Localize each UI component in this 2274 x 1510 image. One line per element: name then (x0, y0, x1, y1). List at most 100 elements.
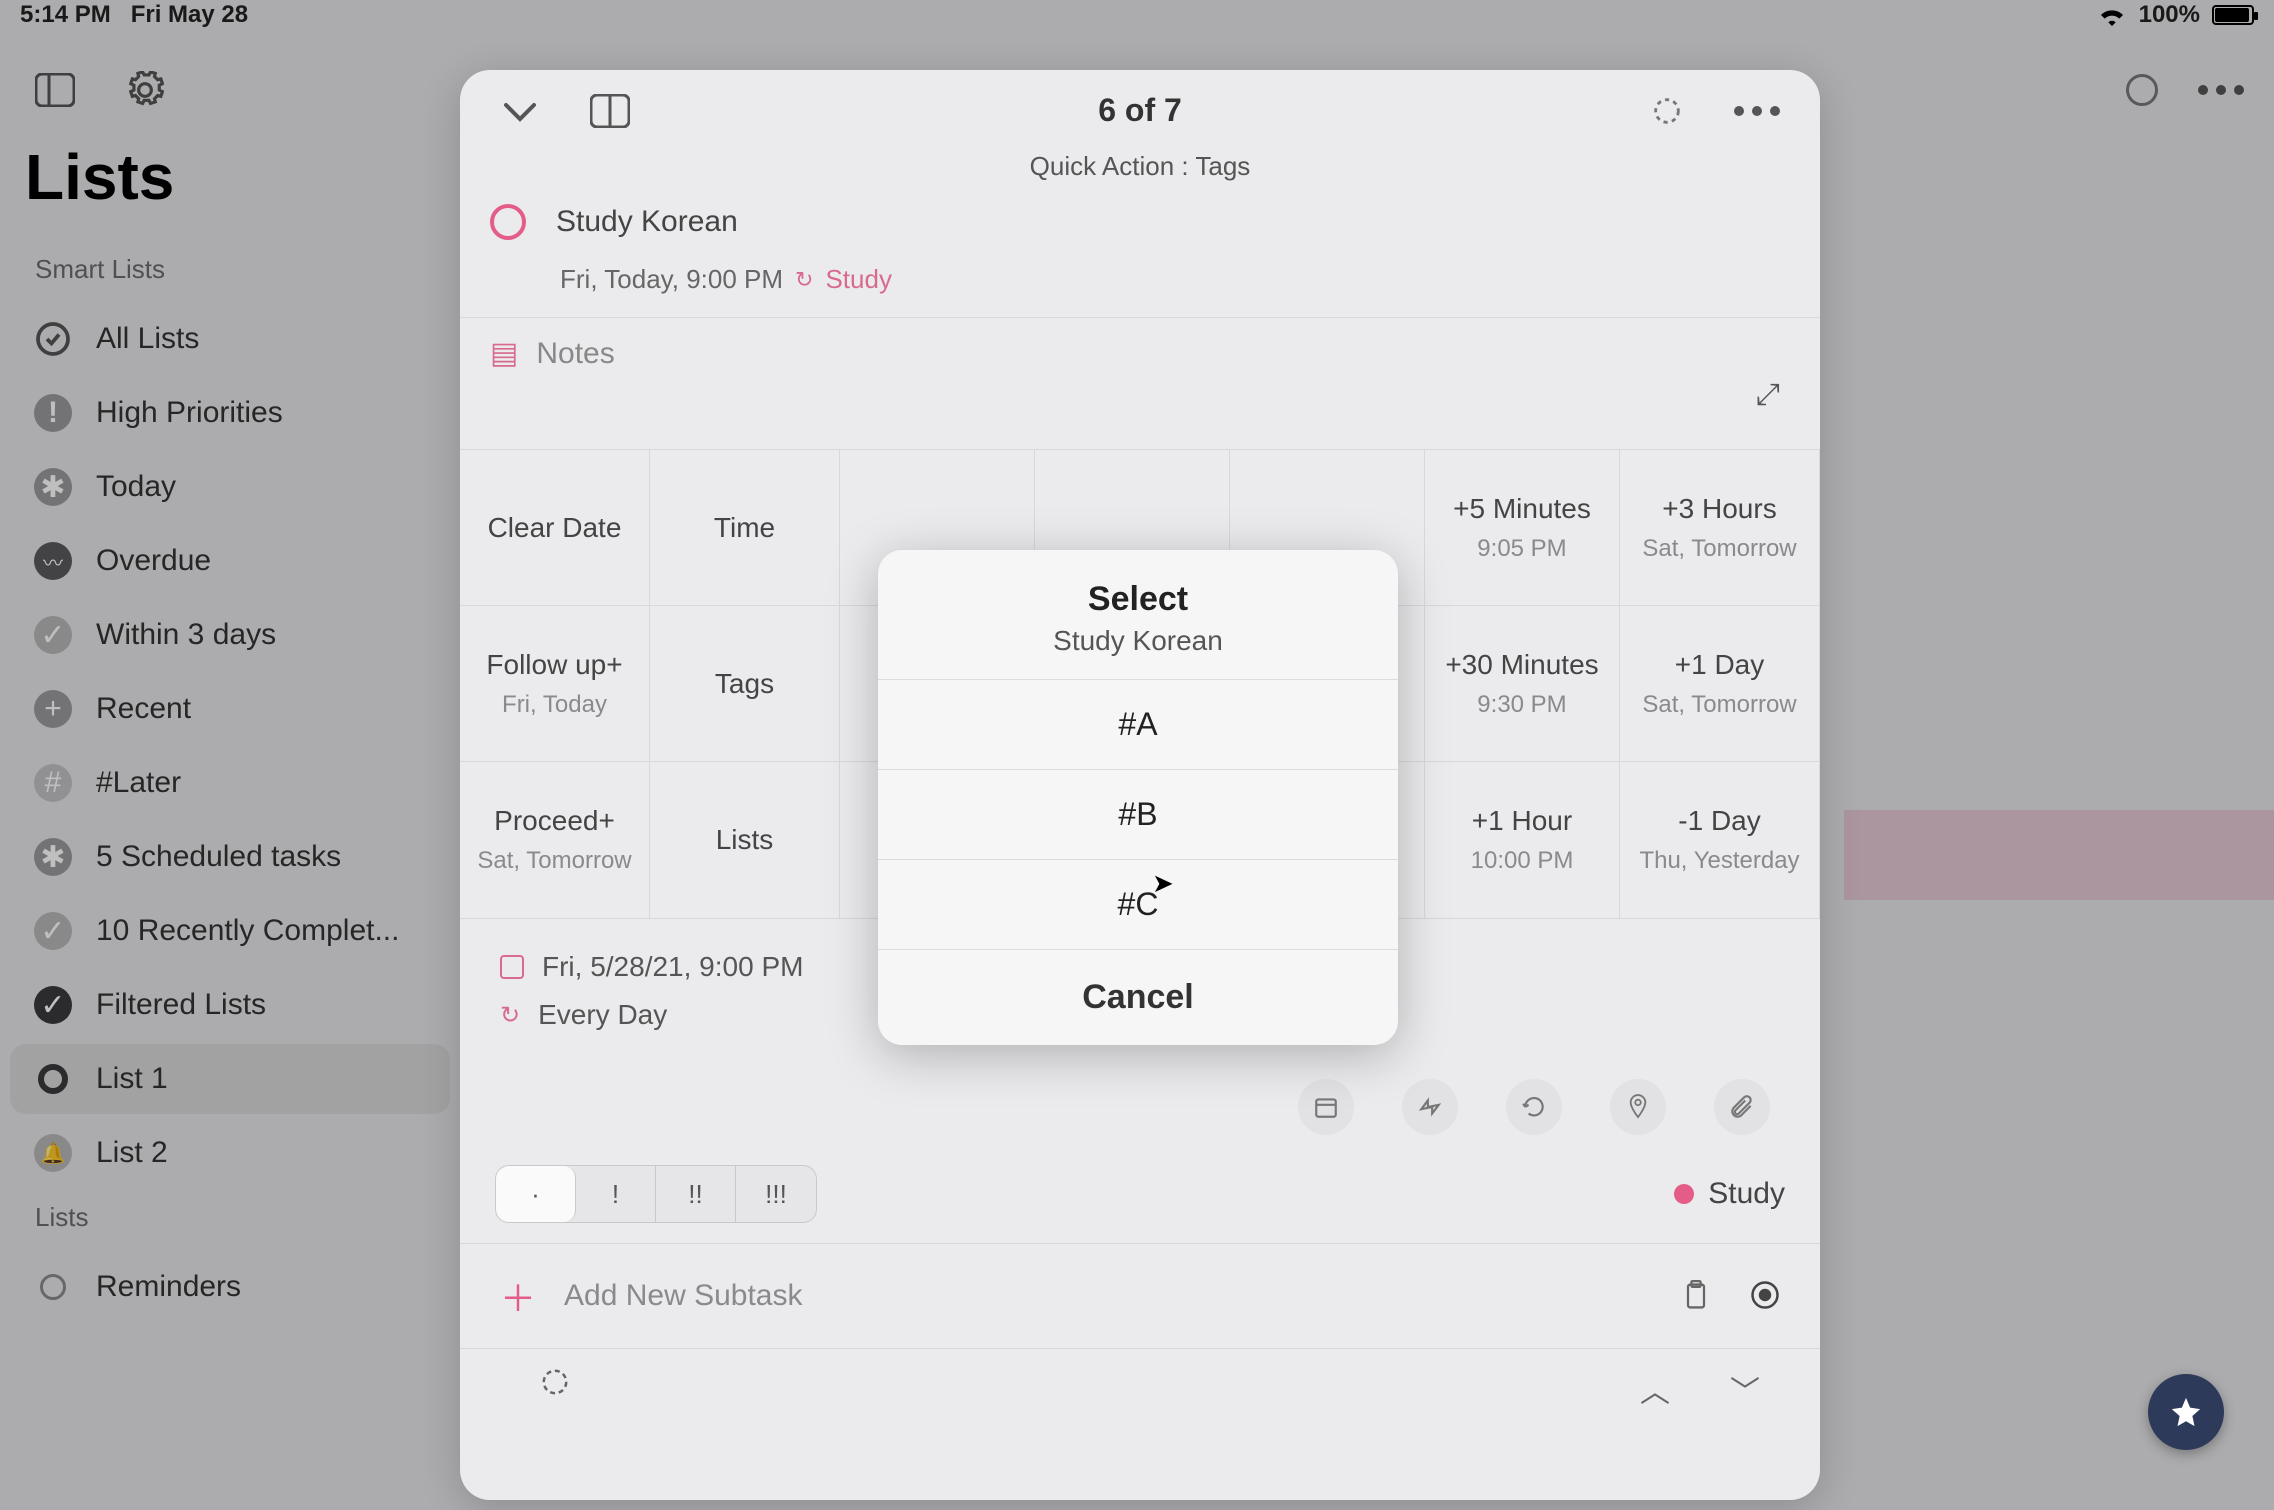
section-lists: Lists (10, 1192, 450, 1248)
settings-gear-icon[interactable] (120, 65, 170, 115)
task-complete-toggle[interactable] (490, 204, 526, 240)
grid-tags[interactable]: Tags (650, 606, 840, 762)
section-smart-lists: Smart Lists (10, 244, 450, 300)
grid-lists[interactable]: Lists (650, 762, 840, 918)
attribute-toolbar (460, 1049, 1820, 1145)
sidebar: Lists Smart Lists All Lists ! High Prior… (10, 130, 450, 1510)
repeat-label[interactable]: Every Day (538, 999, 667, 1031)
dialog-option-a[interactable]: #A (878, 680, 1398, 770)
status-date: Fri May 28 (131, 1, 248, 29)
sidebar-item-label: Within 3 days (96, 618, 276, 652)
calendar-icon (500, 955, 524, 979)
sidebar-item-high-priorities[interactable]: ! High Priorities (10, 378, 450, 448)
location-button-icon[interactable] (1610, 1079, 1666, 1135)
nav-arrows: ︿ ﹀ (460, 1349, 1820, 1429)
sidebar-item-label: List 2 (96, 1136, 168, 1170)
record-icon[interactable] (1750, 1280, 1780, 1312)
more-menu-icon[interactable] (1734, 106, 1780, 116)
sidebar-item-recently-completed[interactable]: ✓ 10 Recently Complet... (10, 896, 450, 966)
sidebar-item-within-3-days[interactable]: ✓ Within 3 days (10, 600, 450, 670)
sidebar-item-label: All Lists (96, 322, 199, 356)
ring-icon (34, 1060, 72, 1098)
sidebar-item-today[interactable]: ✱ Today (10, 452, 450, 522)
sidebar-item-label: List 1 (96, 1062, 168, 1096)
list-chip-label: Study (1708, 1177, 1785, 1211)
task-title[interactable]: Study Korean (556, 205, 738, 239)
priority-low[interactable]: ! (576, 1166, 656, 1222)
grid-minus-1-day[interactable]: -1 DayThu, Yesterday (1620, 762, 1820, 918)
sync-status-icon[interactable] (2126, 74, 2158, 106)
sidebar-item-scheduled[interactable]: ✱ 5 Scheduled tasks (10, 822, 450, 892)
battery-pct: 100% (2139, 1, 2200, 29)
priority-med[interactable]: !! (656, 1166, 736, 1222)
exclamation-circle-icon: ! (34, 394, 72, 432)
sync-small-icon[interactable] (540, 1367, 570, 1411)
task-due-label: Fri, Today, 9:00 PM (560, 264, 783, 295)
sidebar-item-filtered-lists[interactable]: ✓ Filtered Lists (10, 970, 450, 1040)
list-chip[interactable]: Study (1674, 1177, 1785, 1211)
grid-proceed[interactable]: Proceed+Sat, Tomorrow (460, 762, 650, 918)
fab-star-button[interactable] (2148, 1374, 2224, 1450)
dialog-option-b[interactable]: #B (878, 770, 1398, 860)
status-time: 5:14 PM (20, 1, 111, 29)
mouse-cursor-icon: ➤ (1152, 868, 1174, 899)
grid-plus-1-day[interactable]: +1 DaySat, Tomorrow (1620, 606, 1820, 762)
sidebar-item-label: 10 Recently Complet... (96, 914, 399, 948)
repeat-icon: ↻ (500, 1001, 520, 1030)
plus-icon: ＋ (500, 1270, 536, 1322)
clipboard-icon[interactable] (1682, 1280, 1710, 1312)
next-task-icon[interactable]: ﹀ (1730, 1367, 1760, 1411)
sidebar-item-label: #Later (96, 766, 181, 800)
grid-plus-30-min[interactable]: +30 Minutes9:30 PM (1425, 606, 1620, 762)
dialog-title: Select (898, 580, 1378, 619)
sidebar-user-list-reminders[interactable]: Reminders (10, 1252, 450, 1322)
add-subtask-row[interactable]: ＋ Add New Subtask (460, 1243, 1820, 1349)
sidebar-item-list-2[interactable]: 🔔 List 2 (10, 1118, 450, 1188)
sidebar-item-recent[interactable]: + Recent (10, 674, 450, 744)
priority-segmented[interactable]: · ! !! !!! (495, 1165, 817, 1223)
alert-button-icon[interactable] (1402, 1079, 1458, 1135)
dialog-option-c[interactable]: #C (878, 860, 1398, 950)
sidebar-item-label: Reminders (96, 1270, 241, 1304)
sidebar-item-label: 5 Scheduled tasks (96, 840, 341, 874)
sidebar-item-list-1[interactable]: List 1 (10, 1044, 450, 1114)
sidebar-item-later[interactable]: # #Later (10, 748, 450, 818)
chevron-down-icon[interactable] (500, 97, 540, 125)
dot-outline-icon (34, 1268, 72, 1306)
panel-layout-icon[interactable] (590, 94, 630, 128)
more-menu-icon[interactable] (2198, 85, 2244, 95)
grid-plus-3-hours[interactable]: +3 HoursSat, Tomorrow (1620, 450, 1820, 606)
grid-plus-1-hour[interactable]: +1 Hour10:00 PM (1425, 762, 1620, 918)
sidebar-toggle-icon[interactable] (30, 65, 80, 115)
task-list-label: Study (825, 264, 892, 295)
dialog-cancel[interactable]: Cancel (878, 950, 1398, 1045)
sidebar-item-label: Recent (96, 692, 191, 726)
notes-field[interactable]: ▤ Notes ⤢ (460, 317, 1820, 389)
priority-high[interactable]: !!! (736, 1166, 816, 1222)
attachment-button-icon[interactable] (1714, 1079, 1770, 1135)
prev-task-icon[interactable]: ︿ (1640, 1367, 1670, 1411)
target-icon[interactable] (1650, 94, 1684, 128)
task-full-date[interactable]: Fri, 5/28/21, 9:00 PM (542, 951, 803, 983)
repeat-button-icon[interactable] (1506, 1079, 1562, 1135)
grid-plus-5-min[interactable]: +5 Minutes9:05 PM (1425, 450, 1620, 606)
grid-clear-date[interactable]: Clear Date (460, 450, 650, 606)
list-color-dot-icon (1674, 1184, 1694, 1204)
check-filled-icon: ✓ (34, 912, 72, 950)
check-dark-icon: ✓ (34, 986, 72, 1024)
grid-time[interactable]: Time (650, 450, 840, 606)
highlighted-row-bg (1844, 810, 2274, 900)
calendar-button-icon[interactable] (1298, 1079, 1354, 1135)
sidebar-item-overdue[interactable]: 〰 Overdue (10, 526, 450, 596)
check-circle-icon (34, 320, 72, 358)
expand-icon[interactable]: ⤢ (1756, 378, 1780, 412)
priority-none[interactable]: · (496, 1166, 576, 1222)
plus-circle-icon: + (34, 690, 72, 728)
grid-follow-up[interactable]: Follow up+Fri, Today (460, 606, 650, 762)
sidebar-item-all-lists[interactable]: All Lists (10, 304, 450, 374)
bell-circle-icon: 🔔 (34, 1134, 72, 1172)
check-filled-icon: ✓ (34, 616, 72, 654)
sidebar-item-label: Filtered Lists (96, 988, 266, 1022)
star-circle-icon: ✱ (34, 468, 72, 506)
select-tag-dialog: Select Study Korean #A #B #C Cancel (878, 550, 1398, 1045)
